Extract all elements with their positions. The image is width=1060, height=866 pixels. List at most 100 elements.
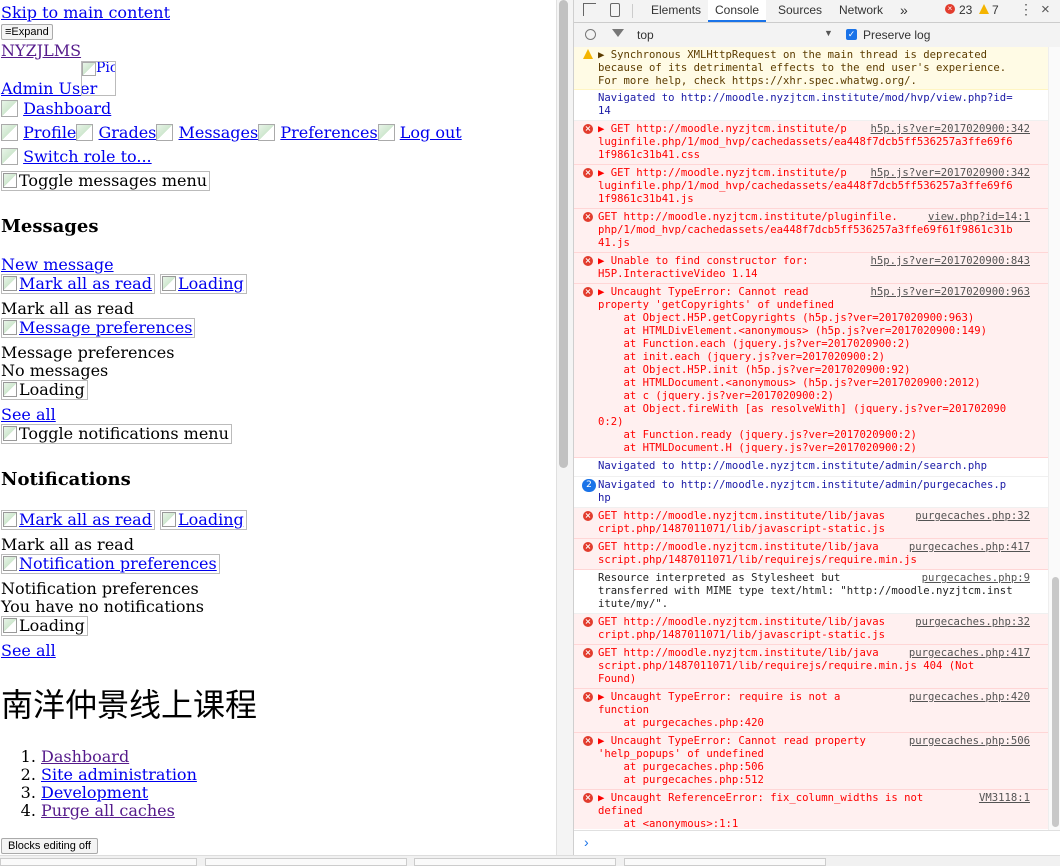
kebab-menu-icon[interactable]: ⋮: [1019, 1, 1033, 18]
console-error-message[interactable]: × ▶ Unable to find constructor for: H5P.I…: [574, 253, 1048, 284]
console-error-message[interactable]: × ▶ Uncaught TypeError: Cannot read prope…: [574, 733, 1048, 790]
switch-role-link[interactable]: Switch role to...: [23, 147, 152, 166]
console-message-text: ▶ Synchronous XMLHttpRequest on the main…: [598, 49, 1007, 87]
toggle-messages-menu[interactable]: Toggle messages menu: [1, 171, 211, 191]
user-avatar[interactable]: Picture of: [81, 61, 116, 96]
page-scrollbar-thumb[interactable]: [559, 0, 568, 468]
source-link[interactable]: purgecaches.php:9: [917, 572, 1030, 585]
tab-sources[interactable]: Sources: [778, 0, 822, 22]
console-error-message[interactable]: × ▶ Uncaught TypeError: Cannot read prope…: [574, 284, 1048, 458]
toggle-messages-label: Toggle messages menu: [19, 171, 208, 190]
clear-console-icon[interactable]: [585, 29, 596, 40]
tab-network[interactable]: Network: [839, 0, 883, 22]
broken-image-icon: [162, 276, 177, 291]
logout-icon: [377, 124, 395, 141]
source-link[interactable]: view.php?id=14:1: [923, 211, 1030, 224]
console-error-message[interactable]: × ▶ Uncaught ReferenceError: fix_column_w…: [574, 790, 1048, 829]
devtools-tabbar: Elements Console Sources Network » × 23 …: [574, 0, 1060, 23]
page-scrollbar[interactable]: [556, 0, 574, 855]
console-error-message[interactable]: × ▶ GET http://moodle.nyzjtcm.institute/p…: [574, 121, 1048, 165]
preferences-icon: [258, 124, 276, 141]
breadcrumb-development[interactable]: Development: [41, 783, 148, 802]
notification-preferences-button[interactable]: Notification preferences: [1, 554, 220, 574]
breadcrumb-dashboard[interactable]: Dashboard: [41, 747, 129, 766]
device-toolbar-icon[interactable]: [610, 3, 620, 17]
console-error-message[interactable]: × ▶ GET http://moodle.nyzjtcm.institute/p…: [574, 165, 1048, 209]
console-error-message[interactable]: × GET http://moodle.nyzjtcm.institute/lib…: [574, 508, 1048, 539]
console-prompt[interactable]: ›: [574, 830, 1060, 855]
nav-logout-link[interactable]: Log out: [400, 123, 462, 142]
source-link[interactable]: purgecaches.php:32: [911, 616, 1030, 629]
messages-see-all-link[interactable]: See all: [1, 406, 56, 424]
console-error-message[interactable]: × GET http://moodle.nyzjtcm.institute/lib…: [574, 539, 1048, 570]
console-message-text: ▶ Uncaught TypeError: Cannot read proper…: [598, 286, 1007, 454]
breadcrumb-purge-all-caches[interactable]: Purge all caches: [41, 801, 175, 820]
notifications-loading-image: Loading: [160, 510, 247, 530]
nav-switch-role[interactable]: Switch role to...: [1, 148, 152, 166]
error-icon: ×: [583, 287, 593, 297]
console-scrollbar[interactable]: [1048, 47, 1060, 830]
loading-label: Loading: [19, 380, 85, 399]
nav-dashboard-link[interactable]: Dashboard: [23, 99, 111, 118]
nav-profile-link[interactable]: Profile: [23, 123, 76, 142]
filter-icon[interactable]: [612, 29, 624, 37]
nav-preferences-link[interactable]: Preferences: [280, 123, 377, 142]
console-error-message[interactable]: × GET http://moodle.nyzjtcm.institute/lib…: [574, 614, 1048, 645]
console-message-text: ▶ Uncaught TypeError: require is not a f…: [598, 691, 841, 729]
messages-mark-all-read-button[interactable]: Mark all as read: [1, 274, 155, 294]
notifications-mark-all-read-button[interactable]: Mark all as read: [1, 510, 155, 530]
profile-icon: [1, 124, 18, 141]
preserve-log-checkbox[interactable]: ✓: [846, 29, 857, 40]
more-tabs-button[interactable]: »: [900, 0, 908, 22]
source-link[interactable]: purgecaches.php:417: [904, 541, 1030, 554]
notifications-see-all-link[interactable]: See all: [1, 642, 56, 660]
source-link[interactable]: h5p.js?ver=2017020900:342: [866, 167, 1030, 180]
console-log-message[interactable]: Resource interpreted as Stylesheet but t…: [574, 570, 1048, 614]
source-link[interactable]: purgecaches.php:506: [904, 735, 1030, 748]
tab-elements[interactable]: Elements: [651, 0, 701, 22]
source-link[interactable]: h5p.js?ver=2017020900:342: [866, 123, 1030, 136]
error-icon: ×: [583, 256, 593, 266]
source-link[interactable]: h5p.js?ver=2017020900:843: [866, 255, 1030, 268]
bottom-scrollbar[interactable]: [0, 855, 1060, 866]
notification-preferences-text: Notification preferences: [1, 579, 199, 598]
source-link[interactable]: purgecaches.php:417: [904, 647, 1030, 660]
expand-label: Expand: [11, 26, 49, 38]
console-log-message[interactable]: Navigated to http://moodle.nyzjtcm.insti…: [574, 458, 1048, 477]
message-preferences-button[interactable]: Message preferences: [1, 318, 196, 338]
nav-grades-link[interactable]: Grades: [99, 123, 157, 142]
close-icon[interactable]: ×: [1041, 1, 1050, 18]
console-scrollbar-thumb[interactable]: [1052, 577, 1059, 827]
nav-messages-link[interactable]: Messages: [178, 123, 258, 142]
expand-button[interactable]: ≡Expand: [1, 24, 53, 40]
console-error-message[interactable]: × GET http://moodle.nyzjtcm.institute/plu…: [574, 209, 1048, 253]
broken-image-icon: [3, 320, 17, 335]
skip-to-main-link[interactable]: Skip to main content: [1, 4, 170, 22]
console-error-message[interactable]: × ▶ Uncaught TypeError: require is not a …: [574, 689, 1048, 733]
site-name-link[interactable]: NYZJLMS: [1, 42, 81, 60]
toggle-notifications-label: Toggle notifications menu: [19, 424, 229, 443]
nav-dashboard[interactable]: Dashboard: [1, 100, 111, 118]
source-link[interactable]: h5p.js?ver=2017020900:963: [866, 286, 1030, 299]
source-link[interactable]: purgecaches.php:32: [911, 510, 1030, 523]
tab-console[interactable]: Console: [708, 0, 767, 22]
source-link[interactable]: purgecaches.php:420: [904, 691, 1030, 704]
broken-image-icon: [3, 618, 17, 633]
context-selector[interactable]: top: [637, 28, 654, 42]
console-error-message[interactable]: × GET http://moodle.nyzjtcm.institute/lib…: [574, 645, 1048, 689]
inspect-element-icon[interactable]: [583, 3, 596, 16]
loading-label: Loading: [178, 274, 244, 293]
console-warning-message[interactable]: ▶ Synchronous XMLHttpRequest on the main…: [574, 47, 1048, 90]
warning-count[interactable]: 7: [992, 3, 999, 17]
message-preferences-label: Message preferences: [19, 318, 193, 337]
new-message-link[interactable]: New message: [1, 256, 114, 274]
messages-mark-all-read-text: Mark all as read: [1, 299, 134, 318]
toggle-notifications-menu[interactable]: Toggle notifications menu: [1, 424, 232, 444]
source-link[interactable]: VM3118:1: [974, 792, 1030, 805]
loading-label: Loading: [19, 616, 85, 635]
breadcrumb-site-administration[interactable]: Site administration: [41, 765, 197, 784]
console-log-message[interactable]: Navigated to http://moodle.nyzjtcm.insti…: [574, 90, 1048, 121]
console-log-message[interactable]: 2 Navigated to http://moodle.nyzjtcm.inst…: [574, 477, 1048, 508]
error-count[interactable]: 23: [959, 3, 972, 17]
blocks-editing-button[interactable]: Blocks editing off: [1, 838, 98, 854]
